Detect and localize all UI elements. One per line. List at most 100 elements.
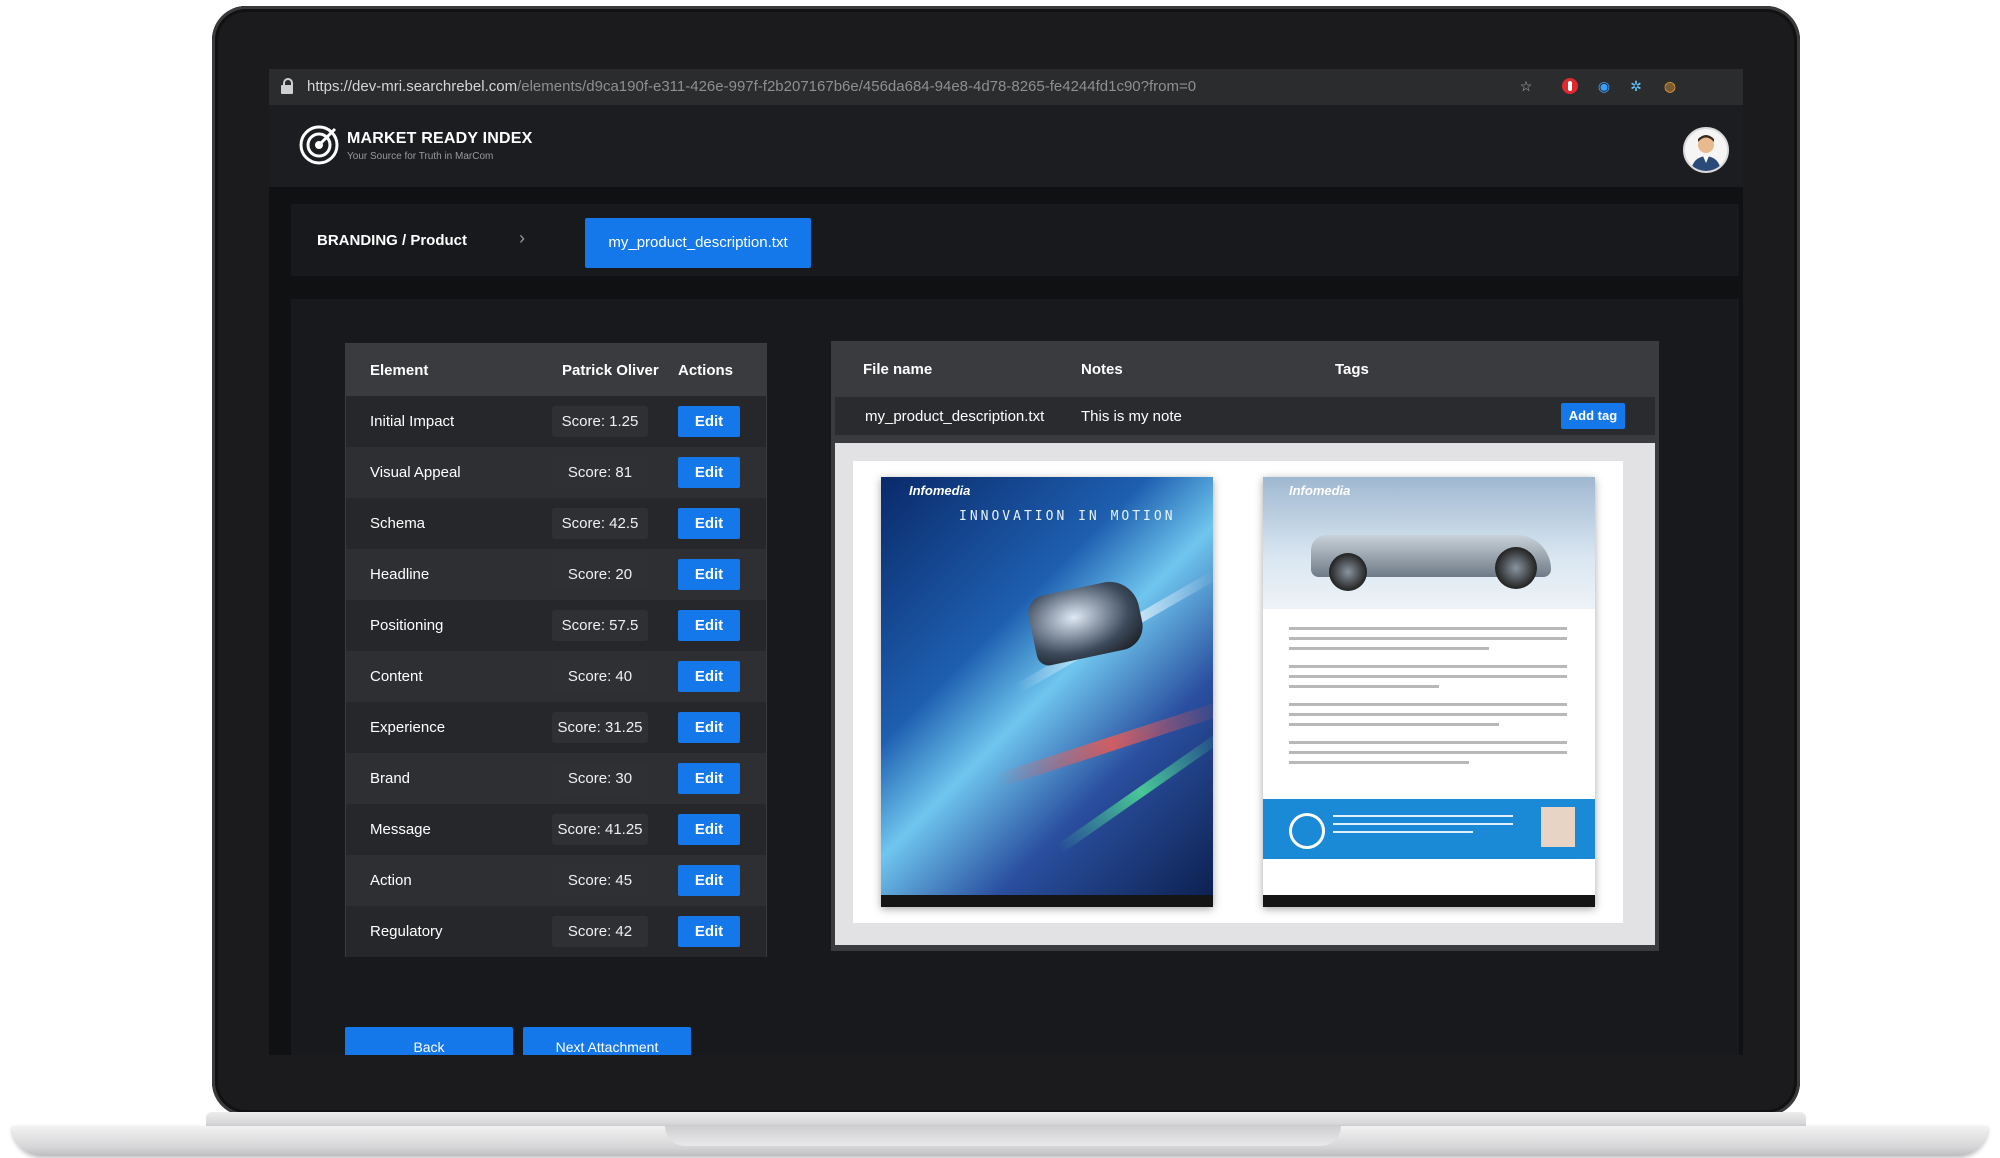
breadcrumb: BRANDING / Product › my_product_descript… <box>291 204 1739 276</box>
target-logo-icon[interactable] <box>299 125 339 165</box>
preview-page-article: Infomedia <box>1263 477 1595 907</box>
score-badge: Score: 30 <box>552 763 648 794</box>
edit-button[interactable]: Edit <box>678 814 740 845</box>
score-badge: Score: 41.25 <box>552 814 648 845</box>
score-badge: Score: 40 <box>552 661 648 692</box>
breadcrumb-file-button[interactable]: my_product_description.txt <box>585 218 811 268</box>
notes-cell: This is my note <box>1081 408 1182 425</box>
table-row: Action Score: 45 Edit <box>346 855 766 906</box>
text-line <box>1289 637 1567 640</box>
edit-button[interactable]: Edit <box>678 763 740 794</box>
brand-subtitle: Your Source for Truth in MarCom <box>347 151 494 162</box>
edit-button[interactable]: Edit <box>678 661 740 692</box>
text-line <box>1289 741 1567 744</box>
next-attachment-button[interactable]: Next Attachment <box>523 1027 691 1055</box>
table-row: Schema Score: 42.5 Edit <box>346 498 766 549</box>
table-row: Regulatory Score: 42 Edit <box>346 906 766 957</box>
add-tag-button[interactable]: Add tag <box>1561 403 1625 429</box>
text-line <box>1333 823 1513 825</box>
portrait-photo <box>1541 807 1575 847</box>
back-button[interactable]: Back <box>345 1027 513 1055</box>
score-badge: Score: 31.25 <box>552 712 648 743</box>
element-name-cell: Positioning <box>370 617 444 634</box>
score-badge: Score: 42 <box>552 916 648 947</box>
extension-chrome-icon[interactable]: ◍ <box>1661 77 1679 95</box>
breadcrumb-path[interactable]: BRANDING / Product <box>317 232 467 249</box>
element-name-cell: Content <box>370 668 423 685</box>
infomedia-logo: Infomedia <box>1289 483 1351 498</box>
star-icon[interactable]: ☆ <box>1517 77 1535 95</box>
url-text[interactable]: https://dev-mri.searchrebel.com/elements… <box>307 78 1196 95</box>
extension-react-icon[interactable]: ✲ <box>1627 77 1645 95</box>
speech-bubble-icon <box>1289 813 1325 849</box>
edit-button[interactable]: Edit <box>678 916 740 947</box>
page-footer-bar <box>1263 895 1595 907</box>
text-line <box>1289 723 1499 726</box>
score-badge: Score: 57.5 <box>552 610 648 641</box>
score-badge: Score: 1.25 <box>552 406 648 437</box>
avatar[interactable] <box>1683 127 1729 173</box>
extension-audio-icon[interactable]: ◉ <box>1595 77 1613 95</box>
edit-button[interactable]: Edit <box>678 508 740 539</box>
element-name-cell: Experience <box>370 719 446 736</box>
file-name-cell: my_product_description.txt <box>865 408 1045 425</box>
table-row: Positioning Score: 57.5 Edit <box>346 600 766 651</box>
text-line <box>1289 713 1567 716</box>
text-line <box>1333 815 1513 817</box>
table-row: Initial Impact Score: 1.25 Edit <box>346 396 766 447</box>
edit-button[interactable]: Edit <box>678 559 740 590</box>
text-line <box>1289 685 1439 688</box>
header-element: Element <box>370 362 429 379</box>
element-name-cell: Message <box>370 821 431 838</box>
table-row: Visual Appeal Score: 81 Edit <box>346 447 766 498</box>
screen: https://dev-mri.searchrebel.com/elements… <box>269 69 1743 1055</box>
url-host: https://dev-mri.searchrebel.com <box>307 78 518 95</box>
document-preview: Infomedia INNOVATION IN MOTION Infomedia <box>835 443 1655 945</box>
score-table-header: Element Patrick Oliver Actions <box>346 344 766 396</box>
element-name-cell: Headline <box>370 566 430 583</box>
browser-url-bar[interactable]: https://dev-mri.searchrebel.com/elements… <box>269 69 1743 105</box>
file-table-header: File name Notes Tags <box>831 341 1659 397</box>
score-table: Element Patrick Oliver Actions Initial I… <box>345 343 767 957</box>
header-file-name: File name <box>863 361 933 378</box>
page-footer-bar <box>881 895 1213 907</box>
table-row: Experience Score: 31.25 Edit <box>346 702 766 753</box>
edit-button[interactable]: Edit <box>678 457 740 488</box>
text-line <box>1289 761 1469 764</box>
edit-button[interactable]: Edit <box>678 610 740 641</box>
cover-title: INNOVATION IN MOTION <box>959 509 1176 524</box>
preview-page-cover: Infomedia INNOVATION IN MOTION <box>881 477 1213 907</box>
score-badge: Score: 42.5 <box>552 508 648 539</box>
header-actions: Actions <box>678 362 734 379</box>
table-row: Message Score: 41.25 Edit <box>346 804 766 855</box>
preview-canvas: Infomedia INNOVATION IN MOTION Infomedia <box>853 461 1623 923</box>
car-mirror-graphic <box>1024 576 1148 668</box>
header-reviewer: Patrick Oliver <box>562 362 659 379</box>
table-row: Headline Score: 20 Edit <box>346 549 766 600</box>
text-line <box>1333 831 1473 833</box>
car-wheel-graphic <box>1329 553 1367 591</box>
brand-title: MARKET READY INDEX <box>347 130 533 147</box>
element-name-cell: Brand <box>370 770 411 787</box>
car-wheel-graphic <box>1495 547 1537 589</box>
light-streak <box>994 700 1213 788</box>
text-line <box>1289 627 1567 630</box>
url-path: /elements/d9ca190f-e311-426e-997f-f2b207… <box>517 78 1197 95</box>
edit-button[interactable]: Edit <box>678 712 740 743</box>
element-name-cell: Visual Appeal <box>370 464 461 481</box>
element-name-cell: Action <box>370 872 412 889</box>
text-line <box>1289 751 1567 754</box>
element-name-cell: Schema <box>370 515 426 532</box>
laptop-notch <box>665 1126 1341 1146</box>
element-name-cell: Regulatory <box>370 923 443 940</box>
file-row: my_product_description.txt This is my no… <box>835 397 1655 435</box>
table-row: Brand Score: 30 Edit <box>346 753 766 804</box>
extension-record-icon[interactable] <box>1561 77 1579 95</box>
edit-button[interactable]: Edit <box>678 865 740 896</box>
text-line <box>1289 647 1489 650</box>
edit-button[interactable]: Edit <box>678 406 740 437</box>
element-name-cell: Initial Impact <box>370 413 455 430</box>
concept-car-image: Infomedia <box>1263 477 1595 609</box>
lock-icon <box>281 78 293 94</box>
header-tags: Tags <box>1335 361 1369 378</box>
